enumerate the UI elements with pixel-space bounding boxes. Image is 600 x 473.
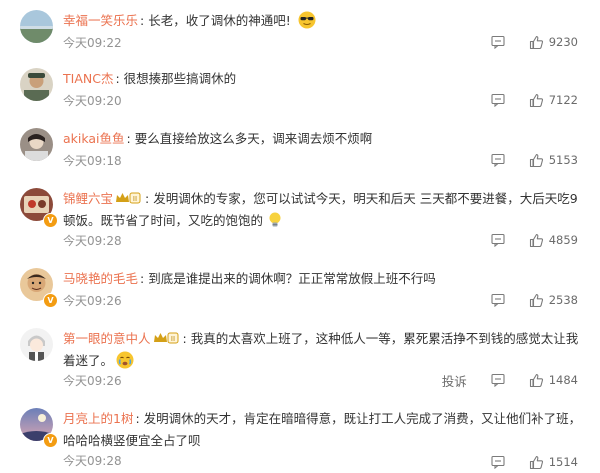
like-count: 9230 <box>548 35 578 49</box>
comment-text: 发明调休的天才，肯定在暗暗得意，既让打工人完成了消费，又让他们补了班，哈哈哈横竖… <box>63 411 582 448</box>
comment-item: V 马晓艳的毛毛: 到底是谁提出来的调休啊？正正常常放假上班不行吗 今天09:26… <box>0 268 600 310</box>
comment-actions: 4859 <box>491 230 578 250</box>
sunglasses-emoji <box>298 11 316 29</box>
comment-username[interactable]: 马晓艳的毛毛 <box>63 271 138 286</box>
comment-actions: 2538 <box>491 290 578 310</box>
comment-item: 幸福一笑乐乐: 长老，收了调休的神通吧! 今天09:22 9230 <box>0 10 600 52</box>
comment-item: V 锦鲤六宝 II: 发明调休的专家，您可以试试今天，明天和后天 三天都不要进餐，大… <box>0 188 600 252</box>
comment-text: 要么直接给放这么多天，调来调去烦不烦啊 <box>134 131 373 146</box>
comment-time: 今天09:26 <box>63 374 122 388</box>
like-count: 1514 <box>548 455 578 469</box>
comment-text-block: 锦鲤六宝 II: 发明调休的专家，您可以试试今天，明天和后天 三天都不要进餐，大后天… <box>63 191 578 228</box>
comment-item: TIANC杰: 很想揍那些搞调休的 今天09:20 7122 <box>0 68 600 110</box>
like-count: 2538 <box>548 293 578 307</box>
verified-badge: V <box>43 433 58 448</box>
lightbulb-emoji <box>269 212 281 227</box>
avatar[interactable] <box>20 10 53 43</box>
comment-text: 到底是谁提出来的调休啊？正正常常放假上班不行吗 <box>148 271 436 286</box>
crown-badge-icon: II <box>153 332 179 344</box>
comment-username[interactable]: 幸福一笑乐乐 <box>63 13 138 28</box>
comment-text-block: 马晓艳的毛毛: 到底是谁提出来的调休啊？正正常常放假上班不行吗 <box>63 271 436 286</box>
comment-username[interactable]: 月亮上的1树 <box>63 411 133 426</box>
comment-time: 今天09:26 <box>63 294 122 308</box>
like-icon[interactable] <box>529 93 544 108</box>
avatar[interactable] <box>20 68 53 101</box>
comment-username[interactable]: 锦鲤六宝 <box>63 191 113 206</box>
comment-actions: 7122 <box>491 90 578 110</box>
reply-icon[interactable] <box>491 293 505 307</box>
like-count: 1484 <box>548 373 578 387</box>
report-button[interactable]: 投诉 <box>442 371 467 390</box>
crown-badge-icon: II <box>116 192 141 204</box>
like-count: 4859 <box>548 233 578 247</box>
like-icon[interactable] <box>529 233 544 248</box>
verified-badge: V <box>43 213 58 228</box>
comment-item: 第一眼的意中人 II: 我真的太喜欢上班了，这种低人一等，累死累活挣不到钱的感觉太让… <box>0 328 600 392</box>
comment-time: 今天09:22 <box>63 36 122 50</box>
comment-time: 今天09:20 <box>63 94 122 108</box>
comment-actions: 9230 <box>491 32 578 52</box>
comment-item: akikai鱼鱼: 要么直接给放这么多天，调来调去烦不烦啊 今天09:18 515… <box>0 128 600 170</box>
comment-username[interactable]: TIANC杰 <box>63 71 113 86</box>
like-count: 7122 <box>548 93 578 107</box>
comment-time: 今天09:28 <box>63 454 122 468</box>
comment-text-block: TIANC杰: 很想揍那些搞调休的 <box>63 71 237 86</box>
comment-actions: 投诉 1484 <box>442 370 578 390</box>
comment-text-block: 幸福一笑乐乐: 长老，收了调休的神通吧! <box>63 10 583 32</box>
comment-item: V 月亮上的1树: 发明调休的天才，肯定在暗暗得意，既让打工人完成了消费，又让他们… <box>0 408 600 472</box>
like-icon[interactable] <box>529 35 544 50</box>
reply-icon[interactable] <box>491 455 505 469</box>
avatar[interactable] <box>20 128 53 161</box>
comment-time: 今天09:18 <box>63 154 122 168</box>
avatar[interactable] <box>20 328 53 361</box>
reply-icon[interactable] <box>491 153 505 167</box>
like-icon[interactable] <box>529 455 544 470</box>
tears-emoji <box>116 351 134 369</box>
comment-actions: 5153 <box>491 150 578 170</box>
comment-list: 幸福一笑乐乐: 长老，收了调休的神通吧! 今天09:22 9230 TIANC杰:… <box>0 0 600 473</box>
comment-username[interactable]: akikai鱼鱼 <box>63 131 125 146</box>
reply-icon[interactable] <box>491 373 505 387</box>
like-icon[interactable] <box>529 373 544 388</box>
comment-username[interactable]: 第一眼的意中人 <box>63 331 151 346</box>
comment-text-block: 月亮上的1树: 发明调休的天才，肯定在暗暗得意，既让打工人完成了消费，又让他们补了… <box>63 411 582 448</box>
comment-text: 很想揍那些搞调休的 <box>123 71 237 86</box>
comment-time: 今天09:28 <box>63 234 122 248</box>
reply-icon[interactable] <box>491 35 505 49</box>
like-count: 5153 <box>548 153 578 167</box>
like-icon[interactable] <box>529 293 544 308</box>
crown-level: II <box>170 335 174 343</box>
reply-icon[interactable] <box>491 93 505 107</box>
like-icon[interactable] <box>529 153 544 168</box>
comment-text-block: 第一眼的意中人 II: 我真的太喜欢上班了，这种低人一等，累死累活挣不到钱的感觉太让… <box>63 331 579 369</box>
comment-actions: 1514 <box>491 452 578 472</box>
comment-text: 长老，收了调休的神通吧! <box>148 13 291 28</box>
comment-text-block: akikai鱼鱼: 要么直接给放这么多天，调来调去烦不烦啊 <box>63 131 373 146</box>
reply-icon[interactable] <box>491 233 505 247</box>
verified-badge: V <box>43 293 58 308</box>
crown-level: II <box>133 195 137 203</box>
